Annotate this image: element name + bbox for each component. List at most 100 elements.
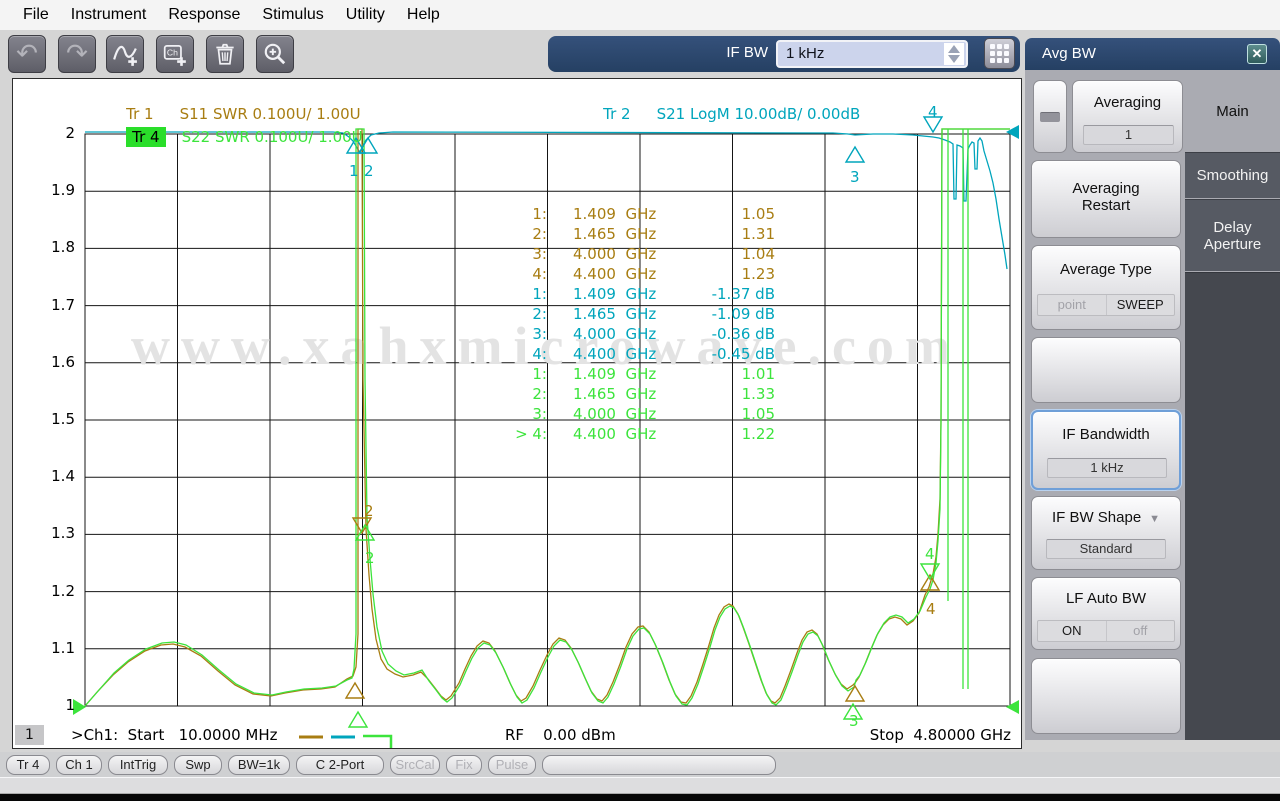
lf-auto-bw-on[interactable]: ON — [1038, 621, 1106, 641]
averaging-toggle-button[interactable] — [1033, 80, 1067, 153]
statusbar-c-2-port[interactable]: C 2-Port — [296, 754, 384, 775]
lf-auto-bw-label: LF Auto BW — [1065, 590, 1147, 607]
marker-value: -0.45 dB — [711, 345, 775, 363]
tab-main[interactable]: Main — [1185, 74, 1280, 150]
softkey-panel: Avg BW ✕ Main Smoothing Delay Aperture A… — [1025, 38, 1280, 740]
tab-delay-aperture[interactable]: Delay Aperture — [1185, 199, 1280, 271]
y-tick-1.4: 1.4 — [51, 467, 75, 486]
delete-trace-button[interactable] — [206, 35, 244, 73]
average-type-sweep[interactable]: SWEEP — [1107, 295, 1175, 315]
keypad-icon — [990, 44, 1009, 63]
marker-number: 2: — [532, 385, 547, 403]
ifbw-toolbar-group: IF BW 1 kHz — [548, 36, 1020, 72]
menu-instrument[interactable]: Instrument — [60, 6, 158, 24]
menu-utility[interactable]: Utility — [335, 6, 396, 24]
ifbw-shape-button[interactable]: IF BW Shape ▼ Standard — [1031, 496, 1181, 570]
marker-frequency: 4.000 GHz — [573, 325, 657, 343]
stop-frequency-label: Stop 4.80000 GHz — [869, 726, 1011, 744]
menu-stimulus[interactable]: Stimulus — [251, 6, 334, 24]
ifbw-input[interactable]: 1 kHz — [776, 40, 968, 68]
averaging-value: 1 — [1083, 125, 1174, 145]
statusbar-tr-4[interactable]: Tr 4 — [6, 754, 50, 775]
marker-row-tr1-4: 4: 4.400 GHz 1.23 — [463, 265, 775, 285]
lf-auto-bw-off[interactable]: off — [1107, 621, 1175, 641]
ifbw-shape-text: IF BW Shape — [1051, 509, 1142, 526]
marker-row-tr4-2: 2: 1.465 GHz 1.33 — [463, 385, 775, 405]
marker-row-tr1-3: 3: 4.000 GHz 1.04 — [463, 245, 775, 265]
trace4-title[interactable]: Tr 4 S22 SWR 0.100U/ 1.00U — [88, 109, 363, 165]
ifbw-shape-label: IF BW Shape ▼ — [1032, 509, 1180, 526]
undo-button[interactable]: ↶ — [8, 35, 46, 73]
redo-button[interactable]: ↷ — [58, 35, 96, 73]
marker-number: 1: — [532, 205, 547, 223]
marker-value: 1.31 — [741, 225, 775, 243]
marker-number: 4: — [532, 345, 547, 363]
marker-frequency: 4.000 GHz — [573, 245, 657, 263]
bottom-frame-bar — [0, 794, 1280, 801]
keypad-button[interactable] — [984, 38, 1015, 69]
message-strip — [0, 777, 1280, 794]
marker-row-tr2-4: 4: 4.400 GHz -0.45 dB — [463, 345, 775, 365]
lf-auto-bw-toggle[interactable]: ON off — [1037, 620, 1175, 642]
marker-frequency: 1.465 GHz — [573, 305, 657, 323]
marker-row-tr4-3: 3: 4.000 GHz 1.05 — [463, 405, 775, 425]
ifbw-spinner[interactable] — [944, 43, 964, 65]
chart-area: www.xahxmicrowave.com 123424234 Tr 1 S11 … — [12, 78, 1022, 749]
average-type-point[interactable]: point — [1038, 295, 1106, 315]
statusbar-pulse: Pulse — [488, 754, 536, 775]
statusbar-srccal: SrcCal — [390, 754, 440, 775]
statusbar-inttrig[interactable]: IntTrig — [108, 754, 168, 775]
average-type-toggle[interactable]: point SWEEP — [1037, 294, 1175, 316]
marker-row-tr4-1: 1: 1.409 GHz 1.01 — [463, 365, 775, 385]
trace2-title[interactable]: Tr 2 S21 LogM 10.00dB/ 0.00dB — [565, 87, 860, 141]
statusbar-bw-1k[interactable]: BW=1k — [228, 754, 290, 775]
undo-icon: ↶ — [16, 39, 38, 69]
zoom-button[interactable] — [256, 35, 294, 73]
marker-frequency: 1.409 GHz — [573, 285, 657, 303]
empty-softkey-2[interactable] — [1031, 658, 1181, 734]
ifbw-label: IF BW — [726, 44, 768, 61]
marker-value: 1.05 — [741, 205, 775, 223]
marker-row-tr2-2: 2: 1.465 GHz -1.09 dB — [463, 305, 775, 325]
averaging-restart-button[interactable]: Averaging Restart — [1031, 160, 1181, 238]
softkey-tab-column: Main Smoothing Delay Aperture — [1185, 70, 1280, 740]
marker-value: -1.37 dB — [711, 285, 775, 303]
tab-smoothing[interactable]: Smoothing — [1185, 152, 1280, 198]
add-channel-button[interactable]: Ch — [156, 35, 194, 73]
menu-file[interactable]: File — [12, 6, 60, 24]
spinner-down-icon[interactable] — [948, 55, 960, 63]
softkey-panel-header[interactable]: Avg BW ✕ — [1025, 38, 1280, 70]
marker-frequency: 1.465 GHz — [573, 225, 657, 243]
marker-value: 1.33 — [741, 385, 775, 403]
y-tick-1.9: 1.9 — [51, 181, 75, 200]
if-bandwidth-value: 1 kHz — [1047, 458, 1167, 478]
empty-softkey-1[interactable] — [1031, 337, 1181, 403]
average-type-button[interactable]: Average Type point SWEEP — [1031, 245, 1181, 330]
lf-auto-bw-button[interactable]: LF Auto BW ON off — [1031, 577, 1181, 650]
marker-number: 2: — [532, 225, 547, 243]
close-icon[interactable]: ✕ — [1247, 44, 1267, 64]
rf-power-label: RF 0.00 dBm — [505, 726, 616, 744]
marker-number: 4: — [532, 265, 547, 283]
marker-frequency: 4.400 GHz — [573, 345, 657, 363]
if-bandwidth-button[interactable]: IF Bandwidth 1 kHz — [1031, 410, 1181, 490]
add-trace-button[interactable] — [106, 35, 144, 73]
statusbar-ch-1[interactable]: Ch 1 — [56, 754, 102, 775]
marker-frequency: 4.400 GHz — [573, 425, 657, 443]
if-bandwidth-label: IF Bandwidth — [1062, 426, 1150, 443]
marker-frequency: 4.000 GHz — [573, 405, 657, 423]
marker-frequency: 1.409 GHz — [573, 365, 657, 383]
chart-overlay: Tr 1 S11 SWR 0.100U/ 1.00U Tr 2 S21 LogM 1… — [13, 79, 1021, 748]
statusbar-swp[interactable]: Swp — [174, 754, 222, 775]
chevron-down-icon: ▼ — [1149, 513, 1161, 525]
menu-response[interactable]: Response — [157, 6, 251, 24]
marker-frequency: 4.400 GHz — [573, 265, 657, 283]
menu-help[interactable]: Help — [396, 6, 451, 24]
averaging-button[interactable]: Averaging 1 — [1072, 80, 1183, 153]
spinner-up-icon[interactable] — [948, 45, 960, 53]
trace-legend-dashes — [299, 734, 393, 748]
status-bar: Tr 4 Ch 1 IntTrig Swp BW=1k C 2-Port SrcCal Fix… — [0, 752, 1280, 777]
marker-number: 1: — [532, 285, 547, 303]
marker-number: 3: — [532, 405, 547, 423]
marker-row-tr4-4: > 4: 4.400 GHz 1.22 — [463, 425, 775, 445]
